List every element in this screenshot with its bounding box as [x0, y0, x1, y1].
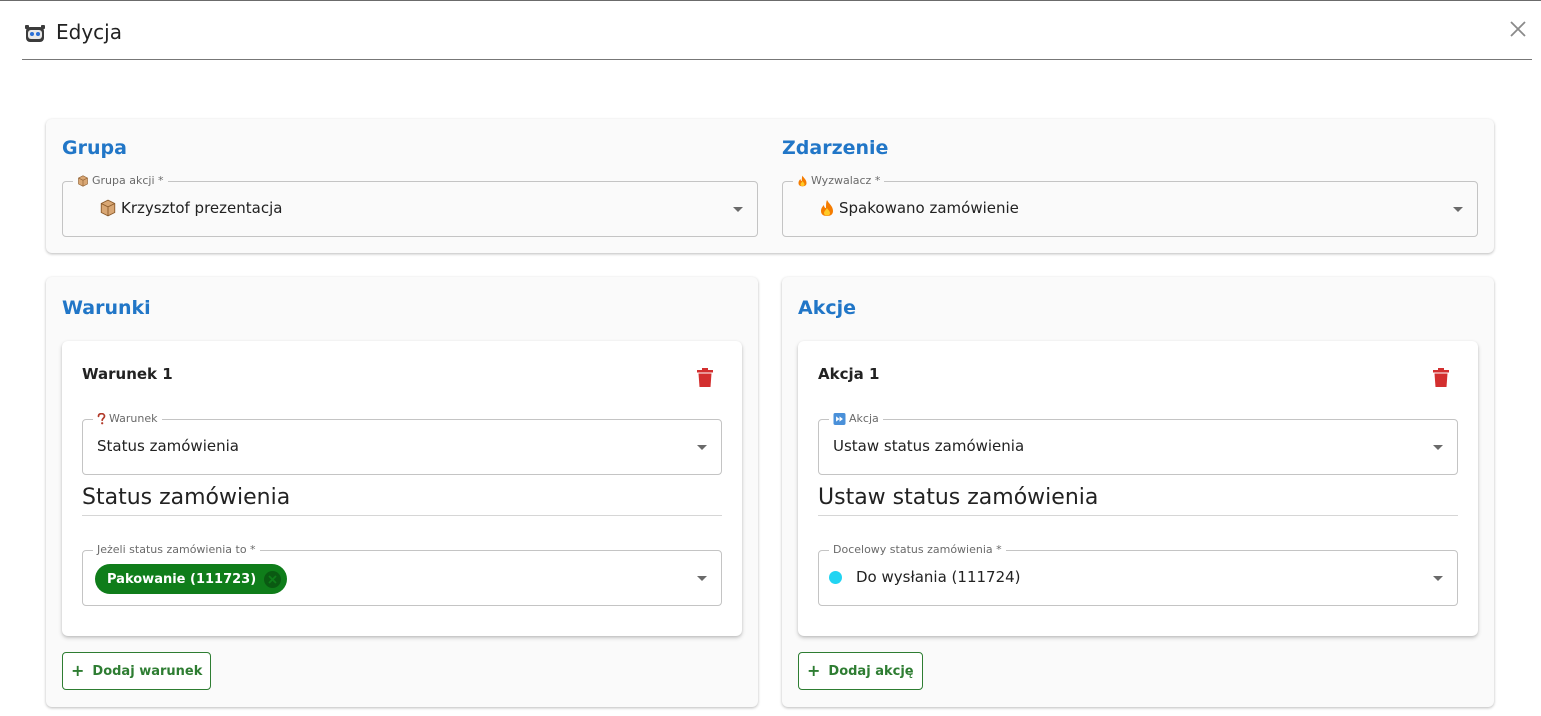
- condition-heading-divider: [82, 515, 722, 516]
- action-item-title: Akcja 1: [818, 365, 880, 383]
- chevron-down-icon[interactable]: [733, 207, 743, 212]
- fire-icon: [821, 200, 833, 216]
- conditions-card: Warunki Warunek 1 Warunek Status zamówie…: [46, 277, 758, 707]
- fast-forward-icon: [833, 412, 846, 425]
- condition-item: Warunek 1 Warunek Status zamówienia Stat…: [62, 341, 742, 636]
- trigger-card: Grupa Grupa akcji * Krzysztof prezentacj…: [46, 119, 1494, 253]
- actions-card: Akcje Akcja 1 Akcja Ustaw status zamówie…: [782, 277, 1494, 707]
- group-section-title: Grupa: [62, 137, 127, 159]
- robot-icon: [24, 22, 46, 44]
- box-icon: [100, 199, 116, 217]
- header-divider: [22, 59, 1532, 60]
- action-type-select[interactable]: Akcja Ustaw status zamówienia: [818, 412, 1458, 475]
- plus-icon: +: [807, 661, 821, 680]
- add-condition-label: Dodaj warunek: [92, 663, 203, 679]
- dialog-header: Edycja: [22, 14, 1531, 60]
- group-select[interactable]: Grupa akcji * Krzysztof prezentacja: [62, 174, 758, 237]
- chip-remove-icon[interactable]: [264, 570, 282, 588]
- group-select-value: Krzysztof prezentacja: [99, 199, 282, 217]
- status-color-dot: [829, 570, 842, 584]
- action-heading-divider: [818, 515, 1458, 516]
- target-status-select[interactable]: Docelowy status zamówienia * Do wysłania…: [818, 543, 1458, 606]
- trigger-select-label: Wyzwalacz *: [793, 174, 885, 187]
- chevron-down-icon[interactable]: [1433, 576, 1443, 581]
- action-type-value: Ustaw status zamówienia: [833, 437, 1025, 455]
- plus-icon: +: [71, 661, 85, 680]
- add-condition-button[interactable]: + Dodaj warunek: [62, 652, 212, 690]
- status-chip[interactable]: Pakowanie (111723): [95, 564, 288, 594]
- order-status-label: Jeżeli status zamówienia to *: [93, 543, 260, 556]
- condition-type-label: Warunek: [93, 412, 162, 425]
- chevron-down-icon[interactable]: [697, 445, 707, 450]
- condition-item-title: Warunek 1: [82, 365, 173, 383]
- action-type-label: Akcja: [829, 412, 883, 425]
- fire-icon: [798, 175, 807, 186]
- trash-icon[interactable]: [696, 368, 714, 388]
- chevron-down-icon[interactable]: [697, 576, 707, 581]
- action-item: Akcja 1 Akcja Ustaw status zamówienia Us…: [798, 341, 1478, 636]
- status-chip-label: Pakowanie (111723): [107, 571, 257, 587]
- chevron-down-icon[interactable]: [1453, 207, 1463, 212]
- condition-heading: Status zamówienia: [82, 485, 291, 510]
- dialog-title: Edycja: [56, 20, 122, 44]
- event-section-title: Zdarzenie: [782, 137, 889, 159]
- group-select-label: Grupa akcji *: [73, 174, 168, 187]
- question-icon: [97, 412, 106, 424]
- target-status-value: Do wysłania (111724): [829, 568, 1021, 586]
- add-action-button[interactable]: + Dodaj akcję: [798, 652, 923, 690]
- trigger-select[interactable]: Wyzwalacz * Spakowano zamówienie: [782, 174, 1478, 237]
- action-heading: Ustaw status zamówienia: [818, 485, 1099, 510]
- target-status-label: Docelowy status zamówienia *: [829, 543, 1006, 556]
- actions-section-title: Akcje: [798, 297, 857, 319]
- box-icon: [78, 174, 88, 187]
- condition-type-select[interactable]: Warunek Status zamówienia: [82, 412, 722, 475]
- window-top-border: [0, 0, 1541, 1]
- chevron-down-icon[interactable]: [1433, 445, 1443, 450]
- conditions-section-title: Warunki: [62, 297, 151, 319]
- trigger-select-value: Spakowano zamówienie: [819, 199, 1019, 217]
- close-icon[interactable]: [1507, 18, 1529, 40]
- order-status-select[interactable]: Jeżeli status zamówienia to * Pakowanie …: [82, 543, 722, 606]
- trash-icon[interactable]: [1432, 368, 1450, 388]
- condition-type-value: Status zamówienia: [97, 437, 239, 455]
- add-action-label: Dodaj akcję: [828, 663, 914, 679]
